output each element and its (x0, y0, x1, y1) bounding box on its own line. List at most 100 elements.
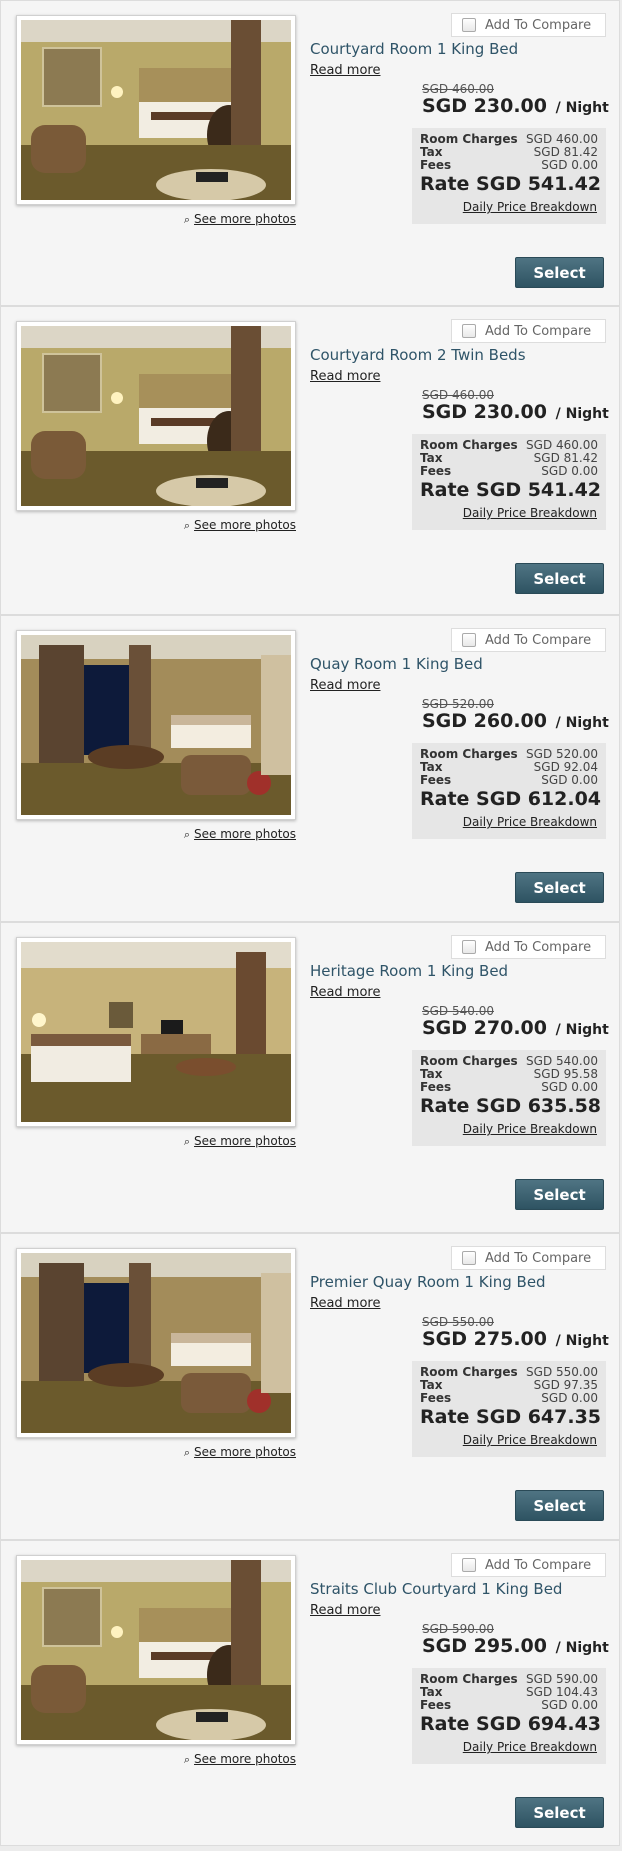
nightly-price: SGD 230.00 / Night (422, 401, 609, 423)
price-summary: Room Charges SGD 540.00 Tax SGD 95.58 Fe… (412, 1050, 606, 1146)
fees-value: SGD 0.00 (541, 1080, 598, 1094)
price-summary: Room Charges SGD 460.00 Tax SGD 81.42 Fe… (412, 434, 606, 530)
fees-value: SGD 0.00 (541, 464, 598, 478)
total-rate: Rate SGD 647.35 (420, 1406, 602, 1428)
checkbox-icon[interactable] (462, 1251, 476, 1265)
checkbox-icon[interactable] (462, 1558, 476, 1572)
add-to-compare-label: Add To Compare (485, 1250, 592, 1266)
fees-row: Fees SGD 0.00 (420, 1080, 598, 1095)
nightly-price: SGD 295.00 / Night (422, 1635, 609, 1657)
add-to-compare[interactable]: Add To Compare (451, 1553, 606, 1577)
fees-value: SGD 0.00 (541, 158, 598, 172)
nightly-price-value: SGD 275.00 (422, 1328, 547, 1350)
checkbox-icon[interactable] (462, 18, 476, 32)
fees-label: Fees (420, 464, 452, 478)
tax-label: Tax (420, 1685, 443, 1699)
add-to-compare[interactable]: Add To Compare (451, 935, 606, 959)
fees-row: Fees SGD 0.00 (420, 1391, 598, 1406)
price-summary: Room Charges SGD 590.00 Tax SGD 104.43 F… (412, 1668, 606, 1764)
daily-price-breakdown-link[interactable]: Daily Price Breakdown (463, 200, 597, 214)
tax-value: SGD 81.42 (533, 451, 598, 465)
add-to-compare[interactable]: Add To Compare (451, 1246, 606, 1270)
room-photo[interactable] (16, 1555, 296, 1745)
room-photo[interactable] (16, 937, 296, 1127)
daily-price-breakdown-link[interactable]: Daily Price Breakdown (463, 506, 597, 520)
total-rate: Rate SGD 541.42 (420, 173, 602, 195)
nightly-price-value: SGD 295.00 (422, 1635, 547, 1657)
add-to-compare-label: Add To Compare (485, 1557, 592, 1573)
read-more-link[interactable]: Read more (310, 369, 380, 384)
fees-label: Fees (420, 1391, 452, 1405)
magnifier-icon: ⌕ (183, 519, 191, 532)
room-charges-label: Room Charges (420, 438, 518, 452)
room-name: Premier Quay Room 1 King Bed (310, 1273, 546, 1291)
read-more-link[interactable]: Read more (310, 1296, 380, 1311)
fees-value: SGD 0.00 (541, 773, 598, 787)
magnifier-icon: ⌕ (183, 1753, 191, 1766)
select-button[interactable]: Select (515, 1797, 604, 1828)
room-photo[interactable] (16, 630, 296, 820)
price-summary: Room Charges SGD 550.00 Tax SGD 97.35 Fe… (412, 1361, 606, 1457)
nightly-price: SGD 275.00 / Night (422, 1328, 609, 1350)
daily-price-breakdown-link[interactable]: Daily Price Breakdown (463, 815, 597, 829)
tax-value: SGD 95.58 (533, 1067, 598, 1081)
checkbox-icon[interactable] (462, 633, 476, 647)
read-more-link[interactable]: Read more (310, 985, 380, 1000)
tax-label: Tax (420, 451, 443, 465)
room-name: Quay Room 1 King Bed (310, 655, 483, 673)
original-price: SGD 550.00 (422, 1315, 494, 1329)
original-price: SGD 540.00 (422, 1004, 494, 1018)
magnifier-icon: ⌕ (183, 1446, 191, 1459)
room-photo[interactable] (16, 321, 296, 511)
add-to-compare[interactable]: Add To Compare (451, 628, 606, 652)
fees-label: Fees (420, 1080, 452, 1094)
fees-label: Fees (420, 1698, 452, 1712)
see-more-photos-link[interactable]: ⌕ See more photos (181, 1752, 296, 1767)
room-card: ⌕ See more photos Add To Compare Courtyar… (0, 0, 620, 306)
tax-value: SGD 104.43 (526, 1685, 598, 1699)
see-more-photos-link[interactable]: ⌕ See more photos (181, 1134, 296, 1149)
room-charges-label: Room Charges (420, 1365, 518, 1379)
read-more-link[interactable]: Read more (310, 1603, 380, 1618)
nightly-price: SGD 260.00 / Night (422, 710, 609, 732)
per-night-label: / Night (555, 1333, 609, 1349)
see-more-photos-link[interactable]: ⌕ See more photos (181, 1445, 296, 1460)
checkbox-icon[interactable] (462, 940, 476, 954)
add-to-compare-label: Add To Compare (485, 323, 592, 339)
daily-price-breakdown-link[interactable]: Daily Price Breakdown (463, 1122, 597, 1136)
room-charges-value: SGD 520.00 (526, 747, 598, 761)
room-card: ⌕ See more photos Add To Compare Straits … (0, 1540, 620, 1846)
see-more-photos-label: See more photos (194, 212, 296, 226)
room-charges-label: Room Charges (420, 132, 518, 146)
original-price: SGD 460.00 (422, 82, 494, 96)
read-more-link[interactable]: Read more (310, 678, 380, 693)
select-button[interactable]: Select (515, 872, 604, 903)
tax-label: Tax (420, 145, 443, 159)
per-night-label: / Night (555, 406, 609, 422)
add-to-compare[interactable]: Add To Compare (451, 13, 606, 37)
daily-price-breakdown-link[interactable]: Daily Price Breakdown (463, 1433, 597, 1447)
nightly-price: SGD 230.00 / Night (422, 95, 609, 117)
add-to-compare[interactable]: Add To Compare (451, 319, 606, 343)
see-more-photos-label: See more photos (194, 1134, 296, 1148)
see-more-photos-link[interactable]: ⌕ See more photos (181, 212, 296, 227)
select-button[interactable]: Select (515, 1179, 604, 1210)
fees-value: SGD 0.00 (541, 1391, 598, 1405)
room-photo[interactable] (16, 1248, 296, 1438)
select-button[interactable]: Select (515, 563, 604, 594)
nightly-price: SGD 270.00 / Night (422, 1017, 609, 1039)
see-more-photos-label: See more photos (194, 827, 296, 841)
magnifier-icon: ⌕ (183, 213, 191, 226)
daily-price-breakdown-link[interactable]: Daily Price Breakdown (463, 1740, 597, 1754)
select-button[interactable]: Select (515, 257, 604, 288)
total-rate: Rate SGD 612.04 (420, 788, 602, 810)
original-price: SGD 460.00 (422, 388, 494, 402)
add-to-compare-label: Add To Compare (485, 632, 592, 648)
select-button[interactable]: Select (515, 1490, 604, 1521)
see-more-photos-link[interactable]: ⌕ See more photos (181, 827, 296, 842)
room-photo[interactable] (16, 15, 296, 205)
per-night-label: / Night (555, 715, 609, 731)
checkbox-icon[interactable] (462, 324, 476, 338)
see-more-photos-link[interactable]: ⌕ See more photos (181, 518, 296, 533)
read-more-link[interactable]: Read more (310, 63, 380, 78)
